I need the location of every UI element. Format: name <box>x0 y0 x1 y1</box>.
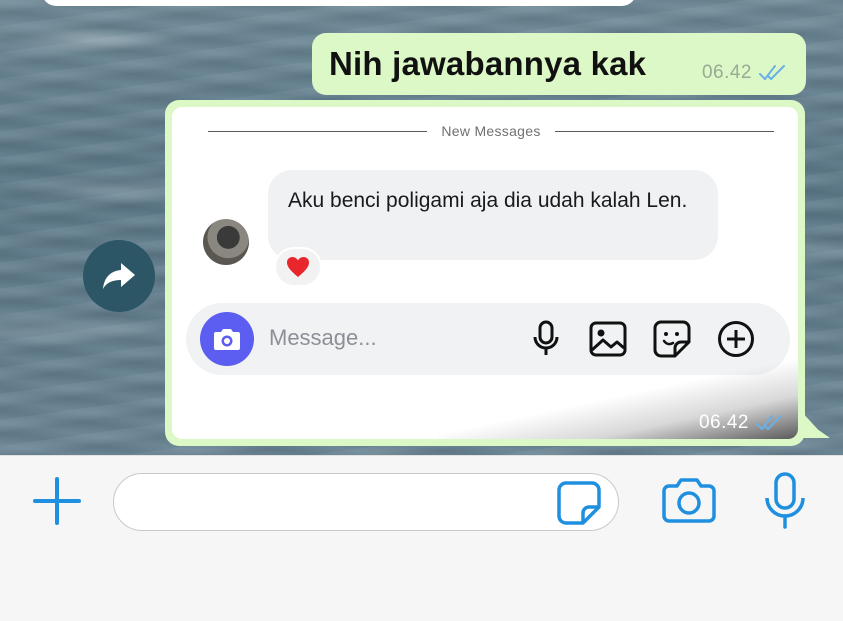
plus-icon <box>33 477 81 525</box>
forward-arrow-icon <box>103 263 135 289</box>
composer-camera-button <box>200 312 254 366</box>
sticker-button[interactable] <box>556 480 602 526</box>
message-text-field[interactable] <box>113 473 619 531</box>
camera-icon <box>214 329 240 350</box>
outgoing-image-message[interactable]: New Messages Aku benci poligami aja dia … <box>165 100 805 446</box>
previous-message-bubble[interactable] <box>42 0 636 6</box>
message-meta: 06.42 <box>699 412 785 434</box>
double-check-icon <box>756 415 782 430</box>
message-time: 06.42 <box>698 412 749 433</box>
received-message-text: Aku benci poligami aja dia udah kalah Le… <box>288 189 688 212</box>
microphone-button[interactable] <box>762 472 808 530</box>
composer-placeholder: Message... <box>269 325 377 350</box>
heart-reaction <box>274 247 322 287</box>
new-messages-divider: New Messages <box>208 123 774 139</box>
divider-label: New Messages <box>441 123 541 139</box>
sticker-icon <box>557 481 601 525</box>
avatar <box>203 219 249 265</box>
outgoing-message-bubble[interactable]: Nih jawabannya kak 06.42 <box>312 33 806 95</box>
chat-background: Nih jawabannya kak 06.42 New Messages Ak… <box>0 0 843 455</box>
heart-icon <box>287 257 309 277</box>
message-text: Nih jawabannya kak <box>329 45 647 82</box>
message-meta: 06.42 <box>702 62 788 84</box>
message-input-bar <box>0 455 843 621</box>
forward-button[interactable] <box>83 240 155 312</box>
gallery-icon <box>588 319 628 359</box>
microphone-icon <box>526 319 566 359</box>
double-check-icon <box>759 65 785 80</box>
attach-button[interactable] <box>32 476 82 526</box>
add-circle-icon <box>716 319 756 359</box>
sticker-icon <box>652 319 692 359</box>
microphone-icon <box>765 472 805 529</box>
message-time: 06.42 <box>701 62 752 83</box>
screenshot-image[interactable]: New Messages Aku benci poligami aja dia … <box>172 107 798 439</box>
received-message-bubble: Aku benci poligami aja dia udah kalah Le… <box>268 170 718 260</box>
camera-button[interactable] <box>661 476 717 524</box>
camera-icon <box>662 478 716 523</box>
